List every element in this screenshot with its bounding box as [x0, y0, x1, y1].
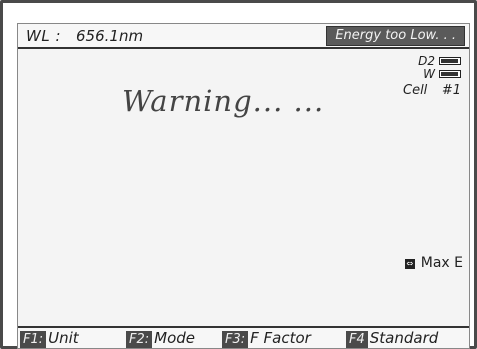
- cell-label: Cell: [403, 83, 428, 98]
- f3-factor-key[interactable]: F3: F Factor: [222, 329, 311, 348]
- f4-key-badge: F4: [346, 331, 368, 348]
- toggle-icon: ⇔: [404, 259, 415, 269]
- cell-number: #1: [441, 83, 461, 98]
- w-lamp-fill: [441, 72, 459, 76]
- f4-standard-key[interactable]: F4 Standard: [346, 329, 439, 348]
- lcd-screen: WL : 656.1nm Energy too Low. . . Warning…: [17, 23, 470, 349]
- f2-mode-key[interactable]: F2: Mode: [126, 329, 196, 348]
- f3-key-label: F Factor: [250, 329, 311, 347]
- lamp-indicators: D2 W Cell #1: [381, 55, 461, 99]
- f1-key-badge: F1:: [20, 331, 47, 348]
- warning-message: Warning... ...: [122, 84, 325, 118]
- f4-key-label: Standard: [369, 329, 439, 347]
- wavelength-value: 656.1nm: [76, 27, 144, 45]
- w-lamp-label: W: [423, 67, 435, 81]
- wavelength-label: WL :: [26, 27, 62, 45]
- energy-status-badge: Energy too Low. . .: [326, 26, 465, 46]
- f2-key-badge: F2:: [126, 331, 153, 348]
- cell-indicator: Cell #1: [381, 83, 461, 99]
- f1-unit-key[interactable]: F1: Unit: [20, 329, 79, 348]
- d2-lamp-indicator: D2: [381, 55, 461, 68]
- f1-key-label: Unit: [48, 329, 79, 347]
- max-e-option[interactable]: ⇔ Max E: [404, 255, 463, 271]
- function-key-bar: F1: Unit F2: Mode F3: F Factor F4 Standard: [18, 326, 469, 348]
- w-lamp-bar: [439, 70, 461, 78]
- w-lamp-indicator: W: [381, 68, 461, 81]
- f3-key-badge: F3:: [222, 331, 249, 348]
- f2-key-label: Mode: [154, 329, 196, 347]
- d2-lamp-bar: [439, 57, 461, 65]
- d2-lamp-fill: [441, 59, 459, 63]
- device-frame: WL : 656.1nm Energy too Low. . . Warning…: [0, 0, 477, 349]
- max-e-label: Max E: [420, 255, 463, 271]
- status-header: WL : 656.1nm Energy too Low. . .: [18, 24, 469, 49]
